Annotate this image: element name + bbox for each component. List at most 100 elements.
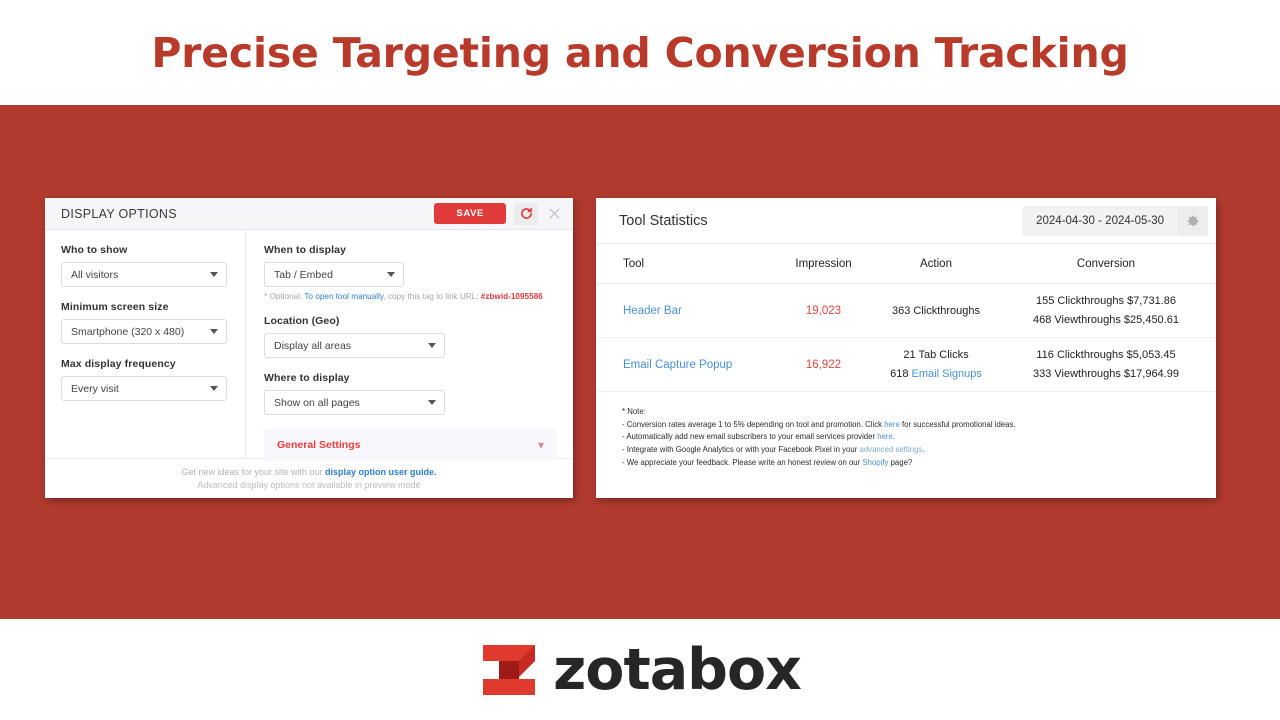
close-icon[interactable] (543, 203, 565, 225)
general-settings-accordion[interactable]: General Settings ▾ (264, 429, 557, 461)
minimum-screen-size-value: Smartphone (320 x 480) (71, 325, 185, 338)
conversion-line: 333 Viewthroughs $17,964.99 (1033, 368, 1179, 380)
column-header-conversion: Conversion (996, 244, 1216, 284)
note-line-3: - Integrate with Google Analytics or wit… (622, 444, 1216, 457)
open-tool-manually-link[interactable]: To open tool manually (304, 292, 383, 301)
note-line-4-b: page? (888, 457, 913, 467)
page-title: Precise Targeting and Conversion Trackin… (151, 28, 1129, 77)
display-options-panel: DISPLAY OPTIONS SAVE Who to show All vis (45, 198, 573, 498)
display-options-title: DISPLAY OPTIONS (61, 206, 177, 221)
date-range-value: 2024-04-30 - 2024-05-30 (1036, 214, 1164, 227)
display-options-body: Who to show All visitors Minimum screen … (45, 230, 573, 461)
max-display-frequency-label: Max display frequency (61, 358, 176, 370)
advanced-settings-link[interactable]: advanced settings (860, 445, 923, 454)
column-header-impression: Impression (771, 244, 876, 284)
row-conversion: 155 Clickthroughs $7,731.86 468 Viewthro… (996, 283, 1216, 338)
table-header-row: Tool Impression Action Conversion (596, 244, 1216, 284)
chevron-down-icon: ▾ (537, 438, 544, 452)
tool-statistics-header: Tool Statistics 2024-04-30 - 2024-05-30 (596, 198, 1216, 244)
optional-tag-note: * Optional: To open tool manually, copy … (264, 292, 557, 301)
chevron-down-icon (210, 386, 218, 391)
when-to-display-label: When to display (264, 244, 347, 256)
when-to-display-select[interactable]: Tab / Embed (264, 262, 404, 287)
gear-icon[interactable] (1178, 205, 1208, 236)
email-signups-link[interactable]: Email Signups (912, 368, 982, 380)
zotabox-wordmark: zotabox (553, 636, 802, 703)
zotabox-z-mark (483, 644, 536, 695)
tool-statistics-title: Tool Statistics (619, 212, 708, 229)
where-to-display-value: Show on all pages (274, 396, 360, 409)
minimum-screen-size-select[interactable]: Smartphone (320 x 480) (61, 319, 227, 344)
note-heading: * Note: (622, 407, 646, 416)
email-signups-count: 618 (890, 368, 912, 380)
when-to-display-value: Tab / Embed (274, 268, 333, 281)
note-here-link[interactable]: here (884, 420, 900, 429)
logo-area: zotabox (0, 619, 1280, 720)
note-line-2: - Automatically add new email subscriber… (622, 431, 1216, 444)
note-line-1-a: - Conversion rates average 1 to 5% depen… (622, 419, 885, 429)
display-options-header: DISPLAY OPTIONS SAVE (45, 198, 573, 230)
save-button[interactable]: SAVE (434, 202, 506, 225)
note-line-2-b: . (892, 432, 896, 442)
chevron-down-icon (428, 343, 436, 348)
note-line-4: - We appreciate your feedback. Please wr… (622, 457, 1216, 470)
conversion-line: 468 Viewthroughs $25,450.61 (1033, 314, 1179, 326)
table-row: Header Bar 19,023 363 Clickthroughs 155 … (596, 283, 1216, 338)
column-header-action: Action (876, 244, 996, 284)
where-to-display-label: Where to display (264, 372, 350, 384)
location-geo-label: Location (Geo) (264, 315, 340, 327)
row-action: 21 Tab Clicks 618 Email Signups (876, 337, 996, 392)
row-tool-name: Header Bar (596, 283, 771, 338)
impression-value: 19,023 (805, 304, 842, 317)
max-display-frequency-select[interactable]: Every visit (61, 376, 227, 401)
display-option-user-guide-link[interactable]: display option user guide. (325, 467, 437, 477)
zotabox-logo: zotabox (479, 636, 802, 703)
refresh-icon[interactable] (514, 202, 538, 225)
location-geo-value: Display all areas (274, 339, 352, 352)
tool-link-header-bar[interactable]: Header Bar (623, 305, 682, 317)
where-to-display-select[interactable]: Show on all pages (264, 390, 445, 415)
title-bar: Precise Targeting and Conversion Trackin… (0, 0, 1280, 105)
shopify-link[interactable]: Shopify (862, 458, 888, 467)
general-settings-label: General Settings (277, 439, 361, 451)
minimum-screen-size-label: Minimum screen size (61, 301, 169, 313)
optional-middle: , copy this tag to link URL: (383, 292, 481, 301)
display-options-left-column: Who to show All visitors Minimum screen … (45, 230, 246, 458)
row-conversion: 116 Clickthroughs $5,053.45 333 Viewthro… (996, 337, 1216, 392)
note-line-3-a: - Integrate with Google Analytics or wit… (622, 444, 860, 454)
row-tool-name: Email Capture Popup (596, 337, 771, 392)
slide: Precise Targeting and Conversion Trackin… (0, 0, 1280, 720)
who-to-show-label: Who to show (61, 244, 128, 256)
chevron-down-icon (210, 329, 218, 334)
row-impression: 19,023 (771, 283, 876, 338)
tool-statistics-panel: Tool Statistics 2024-04-30 - 2024-05-30 … (596, 198, 1216, 498)
row-impression: 16,922 (771, 337, 876, 392)
date-range-selector[interactable]: 2024-04-30 - 2024-05-30 (1022, 205, 1208, 236)
conversion-line: 116 Clickthroughs $5,053.45 (1036, 349, 1176, 361)
action-line: 618 Email Signups (876, 368, 996, 380)
note-line-1: - Conversion rates average 1 to 5% depen… (622, 419, 1216, 432)
location-geo-select[interactable]: Display all areas (264, 333, 445, 358)
footer-preview-note: Advanced display options not available i… (197, 480, 421, 490)
who-to-show-select[interactable]: All visitors (61, 262, 227, 287)
note-line-1-b: for successful promotional ideas. (899, 419, 1016, 429)
footer-ideas-prefix: Get new ideas for your site with our (181, 467, 326, 477)
action-line: 21 Tab Clicks (903, 349, 969, 361)
note-line-4-a: - We appreciate your feedback. Please wr… (622, 457, 863, 467)
note-line-3-b: . (922, 444, 925, 454)
max-display-frequency-value: Every visit (71, 382, 119, 395)
display-options-right-column: When to display Tab / Embed * Optional: … (246, 230, 573, 461)
chevron-down-icon (387, 272, 395, 277)
tool-statistics-table: Tool Impression Action Conversion Header… (596, 244, 1216, 392)
column-header-tool: Tool (596, 244, 771, 284)
note-here-link[interactable]: here (877, 432, 893, 441)
impression-value: 16,922 (805, 358, 842, 371)
chevron-down-icon (210, 272, 218, 277)
zbwid-tag: #zbwid-1095586 (480, 292, 543, 301)
optional-prefix: * Optional: (264, 292, 305, 301)
note-line-2-a: - Automatically add new email subscriber… (622, 432, 878, 442)
row-action: 363 Clickthroughs (876, 283, 996, 338)
table-row: Email Capture Popup 16,922 21 Tab Clicks… (596, 337, 1216, 392)
display-options-footer: Get new ideas for your site with our dis… (45, 458, 573, 490)
tool-link-email-capture-popup[interactable]: Email Capture Popup (623, 359, 732, 371)
